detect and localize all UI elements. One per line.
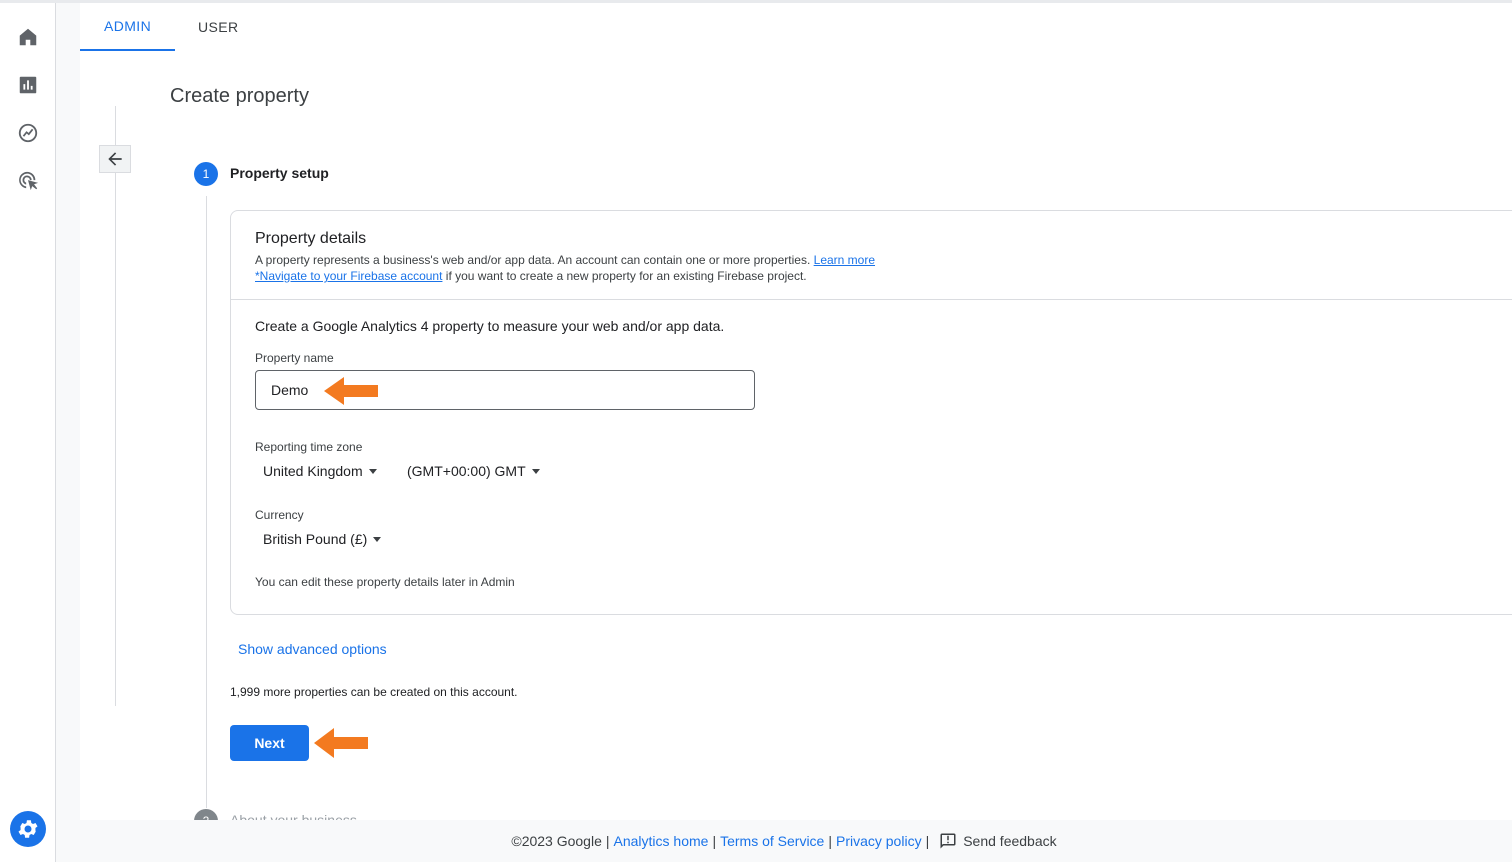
firebase-note: *Navigate to your Firebase account if yo… xyxy=(255,269,807,283)
arrow-left-icon xyxy=(108,152,122,166)
privacy-policy-link[interactable]: Privacy policy xyxy=(836,833,922,849)
edit-later-note: You can edit these property details late… xyxy=(255,575,515,589)
firebase-account-link[interactable]: *Navigate to your Firebase account xyxy=(255,269,442,283)
copyright-text: ©2023 Google xyxy=(511,833,602,849)
caret-down-icon xyxy=(368,468,377,474)
ga4-intro-text: Create a Google Analytics 4 property to … xyxy=(255,318,725,334)
show-advanced-options-link[interactable]: Show advanced options xyxy=(238,641,387,657)
home-icon[interactable] xyxy=(16,25,40,49)
send-feedback-label: Send feedback xyxy=(963,833,1057,849)
send-feedback-button[interactable]: Send feedback xyxy=(939,832,1057,850)
gear-icon xyxy=(18,820,38,838)
page-title: Create property xyxy=(170,85,309,107)
tab-admin[interactable]: ADMIN xyxy=(80,3,176,51)
caret-down-icon xyxy=(373,536,382,542)
footer-separator: | xyxy=(925,833,930,849)
next-button[interactable]: Next xyxy=(230,725,309,761)
property-quota-text: 1,999 more properties can be created on … xyxy=(230,685,518,699)
footer: ©2023 Google | Analytics home | Terms of… xyxy=(56,820,1512,862)
feedback-icon xyxy=(940,833,956,849)
annotation-arrow-icon xyxy=(314,728,368,758)
step-1-indicator: 1 xyxy=(194,162,218,186)
footer-separator: | xyxy=(828,833,832,849)
back-button[interactable] xyxy=(99,145,131,173)
timezone-label: Reporting time zone xyxy=(255,440,363,454)
firebase-note-text: if you want to create a new property for… xyxy=(442,269,807,283)
explore-icon[interactable] xyxy=(16,121,40,145)
caret-down-icon xyxy=(531,468,540,474)
advertising-icon[interactable] xyxy=(16,169,40,193)
left-nav-rail xyxy=(0,3,56,862)
stepper-line xyxy=(206,196,207,808)
currency-select[interactable]: British Pound (£) xyxy=(263,531,382,547)
annotation-arrow-icon xyxy=(324,377,378,405)
admin-settings-button[interactable] xyxy=(10,811,46,847)
terms-of-service-link[interactable]: Terms of Service xyxy=(720,833,824,849)
card-description-text: A property represents a business's web a… xyxy=(255,253,811,267)
timezone-country-select[interactable]: United Kingdom xyxy=(263,463,377,479)
timezone-select[interactable]: (GMT+00:00) GMT xyxy=(407,463,540,479)
step-1-label: Property setup xyxy=(230,165,329,181)
analytics-home-link[interactable]: Analytics home xyxy=(614,833,709,849)
reports-icon[interactable] xyxy=(16,73,40,97)
admin-user-tabs: ADMIN USER xyxy=(80,3,1512,51)
tab-user[interactable]: USER xyxy=(174,3,263,51)
currency-value: British Pound (£) xyxy=(263,531,368,547)
panel-divider xyxy=(115,106,116,706)
footer-separator: | xyxy=(605,833,610,849)
create-property-panel: Create property 1 Property setup Propert… xyxy=(80,51,1512,833)
timezone-country-value: United Kingdom xyxy=(263,463,363,479)
currency-label: Currency xyxy=(255,508,304,522)
property-details-card: Property details A property represents a… xyxy=(230,210,1512,615)
card-header: Property details A property represents a… xyxy=(231,211,1512,300)
property-name-label: Property name xyxy=(255,351,334,365)
card-title: Property details xyxy=(255,230,367,247)
card-description: A property represents a business's web a… xyxy=(255,253,875,267)
footer-separator: | xyxy=(712,833,717,849)
learn-more-link[interactable]: Learn more xyxy=(814,253,875,267)
timezone-value: (GMT+00:00) GMT xyxy=(407,463,526,479)
